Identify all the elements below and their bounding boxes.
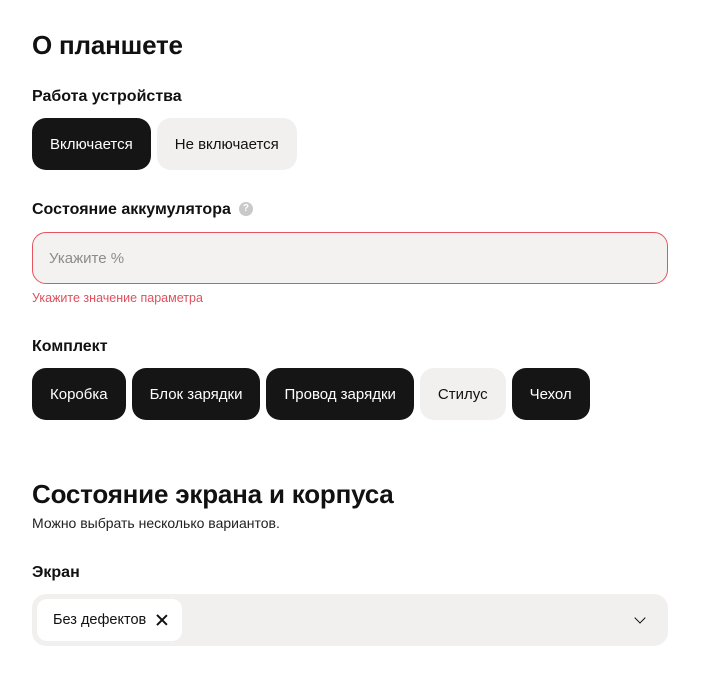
selected-tag: Без дефектов	[37, 599, 183, 641]
kit-options: Коробка Блок зарядки Провод зарядки Стил…	[32, 368, 590, 420]
chevron-down-icon[interactable]	[634, 612, 646, 624]
battery-input[interactable]	[33, 233, 667, 283]
section-title-tablet: О планшете	[32, 30, 183, 60]
battery-label: Состояние аккумулятора?	[32, 201, 253, 219]
work-option-turns-on[interactable]: Включается	[32, 118, 151, 170]
help-icon[interactable]: ?	[238, 201, 253, 216]
section-title-condition: Состояние экрана и корпуса	[32, 479, 394, 509]
kit-option-cable[interactable]: Провод зарядки	[266, 368, 414, 420]
kit-option-case[interactable]: Чехол	[511, 368, 590, 420]
battery-label-text: Состояние аккумулятора	[32, 201, 231, 218]
kit-label: Комплект	[32, 338, 108, 355]
battery-error-text: Укажите значение параметра	[32, 291, 203, 305]
selected-tag-label: Без дефектов	[53, 612, 147, 628]
work-options: Включается Не включается	[32, 118, 297, 170]
work-option-no-turn-on[interactable]: Не включается	[156, 118, 297, 170]
battery-input-field[interactable]	[32, 232, 668, 284]
kit-option-stylus[interactable]: Стилус	[419, 368, 506, 420]
remove-tag-icon[interactable]	[156, 614, 168, 626]
screen-label: Экран	[32, 564, 80, 581]
form-page: О планшете Работа устройства Включается …	[0, 0, 712, 679]
kit-option-charger[interactable]: Блок зарядки	[131, 368, 261, 420]
kit-option-box[interactable]: Коробка	[32, 368, 126, 420]
screen-select[interactable]: Без дефектов	[32, 594, 668, 646]
work-label: Работа устройства	[32, 88, 182, 105]
condition-subtitle: Можно выбрать несколько вариантов.	[32, 515, 280, 531]
